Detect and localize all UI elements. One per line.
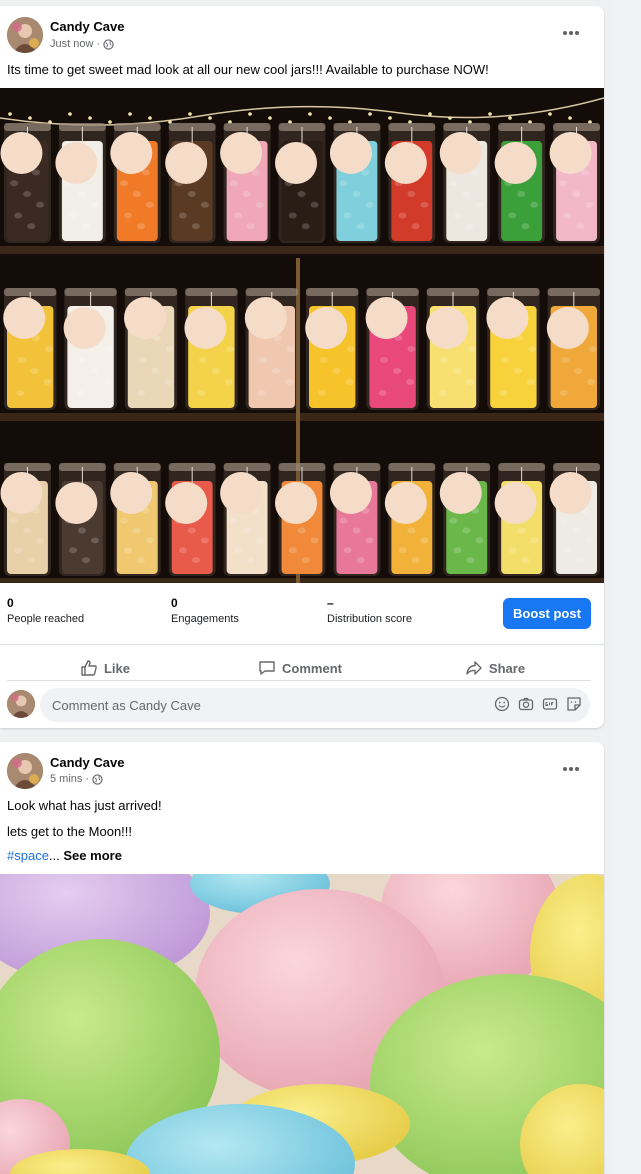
post-image-moon-candy[interactable] — [0, 874, 604, 1174]
meta-separator: · — [85, 773, 90, 785]
share-icon — [466, 661, 482, 675]
avatar[interactable] — [7, 17, 43, 53]
post-author[interactable]: Candy Cave — [50, 755, 124, 770]
post-time[interactable]: Just now — [50, 38, 93, 50]
ellipsis: ... — [48, 848, 60, 863]
post-card: Candy Cave Just now · Its time to get sw… — [0, 6, 604, 728]
comment-tools — [494, 696, 582, 712]
distribution-score-value: – — [327, 596, 334, 610]
post-text: Its time to get sweet mad look at all ou… — [7, 62, 489, 77]
divider — [7, 680, 591, 681]
post-text-line: lets get to the Moon!!! — [7, 824, 133, 839]
comment-placeholder: Comment as Candy Cave — [52, 697, 201, 713]
comment-label: Comment — [282, 660, 342, 676]
post-meta: Just now · — [50, 38, 114, 50]
divider — [0, 644, 604, 645]
camera-icon[interactable] — [518, 696, 534, 712]
globe-icon — [92, 773, 103, 785]
meta-separator: · — [96, 38, 101, 50]
post-meta: 5 mins · — [50, 773, 103, 785]
post-image-candy-jars[interactable] — [0, 88, 604, 583]
page-gutter — [612, 0, 641, 1174]
share-label: Share — [488, 660, 526, 676]
engagements-label: Engagements — [171, 613, 239, 625]
commenter-avatar[interactable] — [7, 690, 35, 718]
boost-post-button[interactable]: Boost post — [503, 598, 591, 629]
more-options-icon[interactable] — [558, 760, 584, 778]
flying-saucer-candy-photo — [0, 874, 604, 1174]
more-options-icon[interactable] — [558, 24, 584, 42]
comment-input[interactable]: Comment as Candy Cave — [40, 688, 590, 722]
distribution-score-label: Distribution score — [327, 613, 412, 625]
see-more-link[interactable]: See more — [63, 848, 122, 863]
engagements-value: 0 — [171, 596, 178, 610]
post-text-line: #space... See more — [7, 848, 122, 863]
globe-icon — [103, 38, 114, 50]
hashtag-link[interactable]: #space — [7, 848, 49, 863]
post-text-line: Look what has just arrived! — [7, 798, 162, 813]
like-label: Like — [103, 660, 130, 676]
avatar[interactable] — [7, 753, 43, 789]
post-author[interactable]: Candy Cave — [50, 19, 124, 34]
sticker-icon[interactable] — [566, 696, 582, 712]
like-icon — [81, 660, 97, 676]
comment-icon — [259, 661, 275, 675]
candy-jars-photo — [0, 88, 604, 583]
emoji-icon[interactable] — [494, 696, 510, 712]
people-reached-value: 0 — [7, 596, 14, 610]
post-card: Candy Cave 5 mins · Look what has just a… — [0, 742, 604, 1174]
people-reached-label: People reached — [7, 613, 85, 625]
gif-icon[interactable] — [542, 696, 558, 712]
post-time[interactable]: 5 mins — [50, 773, 82, 785]
